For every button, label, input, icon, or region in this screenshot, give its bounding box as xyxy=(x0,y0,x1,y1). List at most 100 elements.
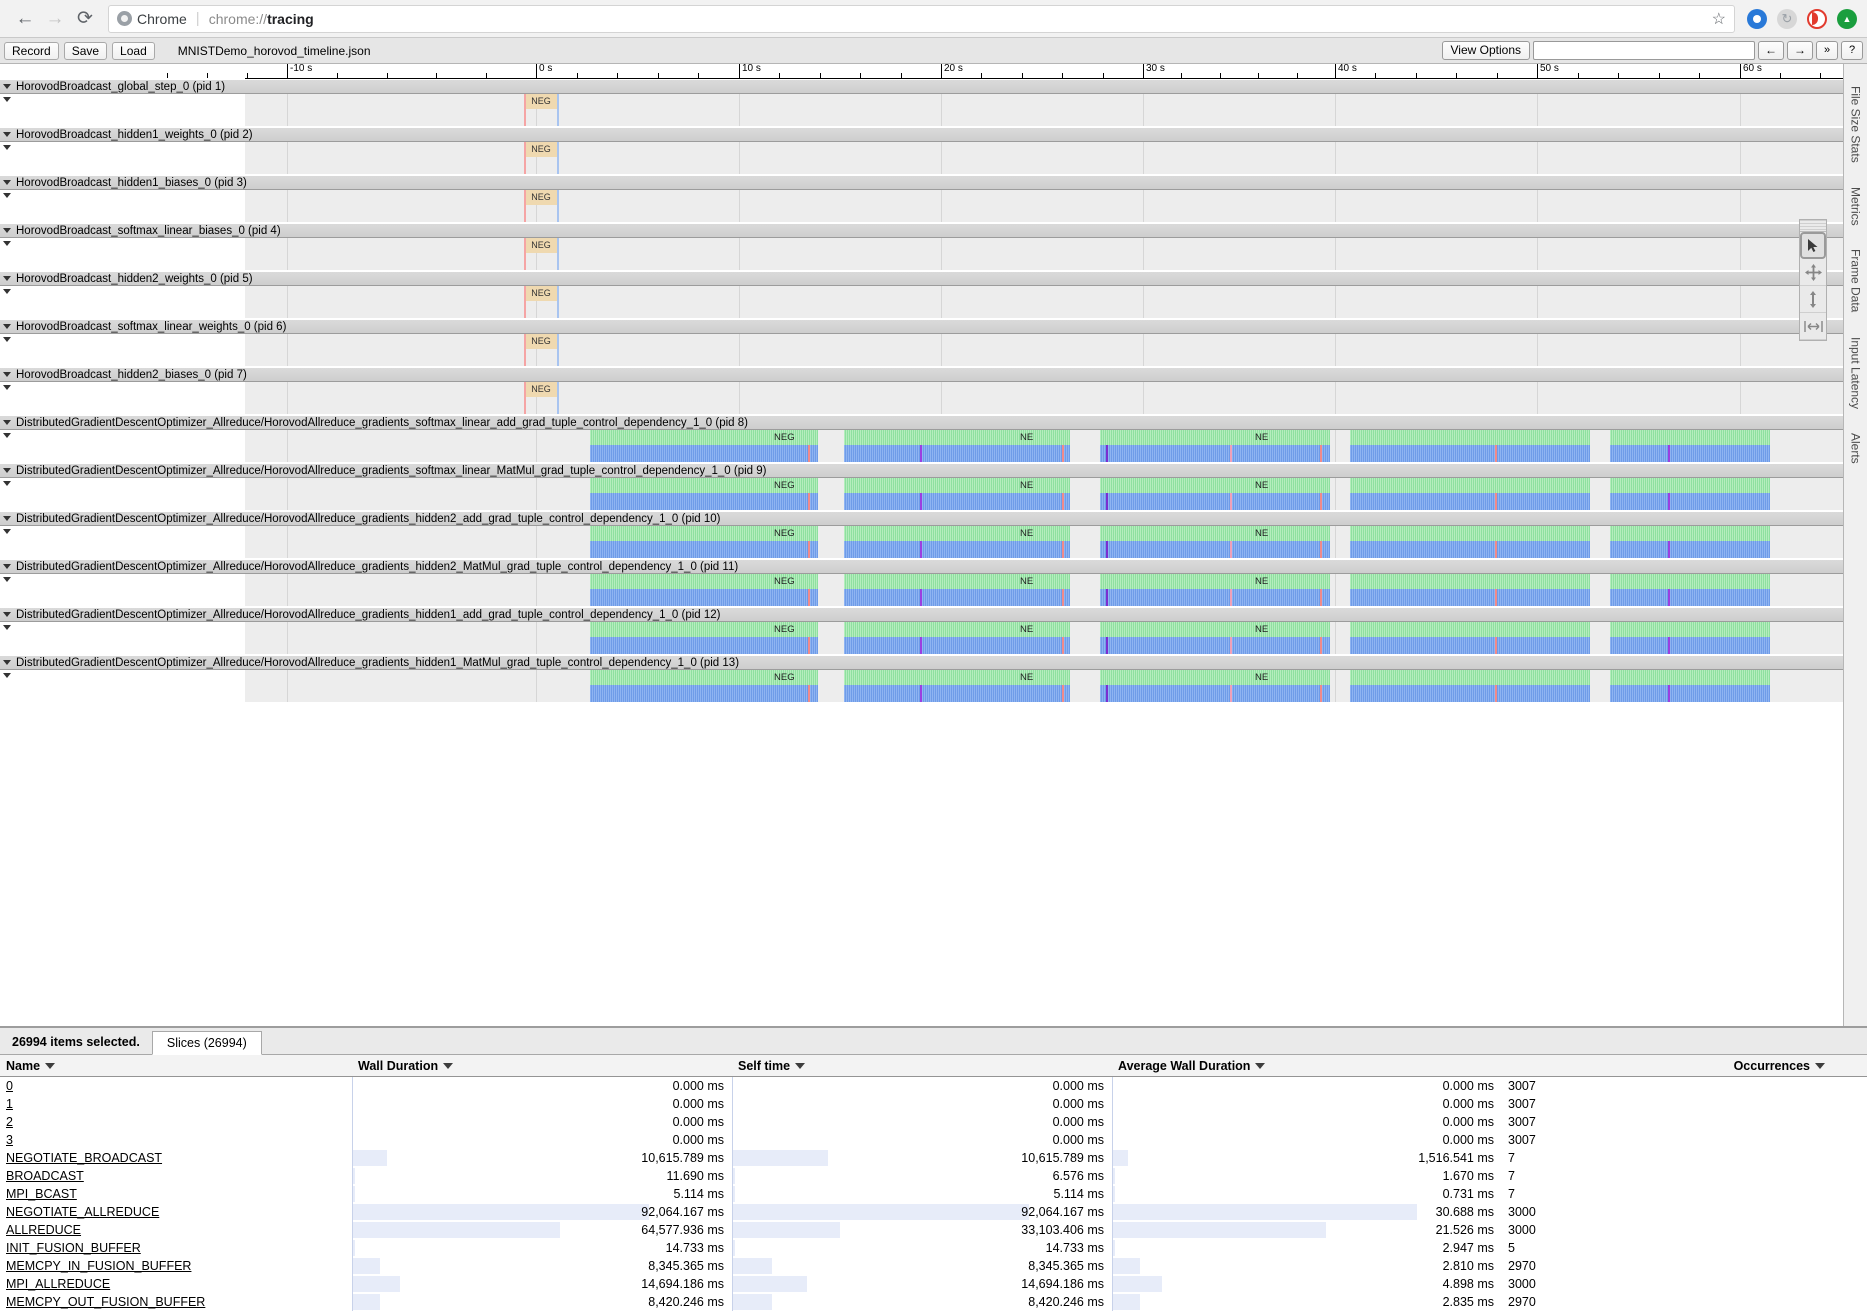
pan-icon[interactable] xyxy=(1800,259,1826,286)
slice-marker-pink[interactable] xyxy=(524,382,526,414)
chevron-down-icon[interactable] xyxy=(3,228,11,233)
trace-band-blue[interactable] xyxy=(1350,493,1590,511)
slice-marker-pink[interactable] xyxy=(524,286,526,318)
load-button[interactable]: Load xyxy=(112,42,155,60)
save-button[interactable]: Save xyxy=(64,42,107,60)
trace-band-blue[interactable] xyxy=(844,541,1070,559)
trace-spike[interactable] xyxy=(1668,493,1670,511)
trace-spike[interactable] xyxy=(1106,589,1108,607)
cell-name[interactable]: MPI_BCAST xyxy=(0,1185,352,1203)
trace-band-green[interactable] xyxy=(1100,430,1330,445)
neg-slice[interactable]: NEG xyxy=(524,142,558,157)
process-header[interactable]: HorovodBroadcast_hidden2_weights_0 (pid … xyxy=(0,271,1843,286)
record-button[interactable]: Record xyxy=(4,42,59,60)
trace-band-green[interactable] xyxy=(844,670,1070,685)
trace-band-blue[interactable] xyxy=(590,493,818,511)
neg-slice[interactable]: NEG xyxy=(524,94,558,109)
select-cursor-icon[interactable] xyxy=(1800,232,1826,259)
trace-band-blue[interactable] xyxy=(590,541,818,559)
row-name-link[interactable]: MPI_ALLREDUCE xyxy=(6,1277,110,1291)
sidebar-tab-alerts[interactable]: Alerts xyxy=(1845,421,1867,476)
drag-grip[interactable] xyxy=(1800,220,1826,232)
thread-track[interactable]: NEGNENE xyxy=(245,478,1843,511)
trace-band-blue[interactable] xyxy=(1610,541,1770,559)
thread-track[interactable]: NEG xyxy=(245,190,1843,223)
trace-spike[interactable] xyxy=(1106,445,1108,463)
trace-spike[interactable] xyxy=(808,493,810,511)
slice-marker-blue[interactable] xyxy=(557,190,559,222)
trace-spike[interactable] xyxy=(1668,685,1670,703)
cell-name[interactable]: NEGOTIATE_ALLREDUCE xyxy=(0,1203,352,1221)
trace-spike[interactable] xyxy=(1230,493,1232,511)
trace-spike[interactable] xyxy=(1320,493,1322,511)
trace-band-blue[interactable] xyxy=(1100,637,1330,655)
trace-spike[interactable] xyxy=(1668,589,1670,607)
slice-marker-pink[interactable] xyxy=(524,238,526,270)
thread-track[interactable]: NEG xyxy=(245,286,1843,319)
bookmark-star-icon[interactable]: ☆ xyxy=(1712,9,1726,29)
overflow-menu-button[interactable]: » xyxy=(1816,41,1838,60)
cell-name[interactable]: 1 xyxy=(0,1095,352,1113)
chevron-down-icon[interactable] xyxy=(3,372,11,377)
table-row[interactable]: MEMCPY_OUT_FUSION_BUFFER8,420.246 ms8,42… xyxy=(0,1293,1867,1311)
table-row[interactable]: MPI_BCAST5.114 ms5.114 ms0.731 ms7 xyxy=(0,1185,1867,1203)
trace-spike[interactable] xyxy=(1230,637,1232,655)
sort-caret-icon[interactable] xyxy=(1255,1063,1265,1069)
neg-slice[interactable]: NEG xyxy=(524,190,558,205)
column-header-wall-duration[interactable]: Wall Duration xyxy=(352,1059,732,1073)
trace-spike[interactable] xyxy=(1495,637,1497,655)
cell-name[interactable]: ALLREDUCE xyxy=(0,1221,352,1239)
search-prev-button[interactable]: ← xyxy=(1758,41,1784,60)
neg-slice[interactable]: NEG xyxy=(524,382,558,397)
process-header[interactable]: HorovodBroadcast_hidden2_biases_0 (pid 7… xyxy=(0,367,1843,382)
row-name-link[interactable]: INIT_FUSION_BUFFER xyxy=(6,1241,141,1255)
sidebar-tab-frame-data[interactable]: Frame Data xyxy=(1845,237,1867,324)
chevron-down-icon[interactable] xyxy=(3,132,11,137)
trace-spike[interactable] xyxy=(1106,493,1108,511)
process-header[interactable]: DistributedGradientDescentOptimizer_Allr… xyxy=(0,607,1843,622)
table-row[interactable]: ALLREDUCE64,577.936 ms33,103.406 ms21.52… xyxy=(0,1221,1867,1239)
forward-arrow-icon[interactable]: → xyxy=(40,4,70,34)
trace-band-green[interactable] xyxy=(1100,526,1330,541)
process-header[interactable]: HorovodBroadcast_hidden1_biases_0 (pid 3… xyxy=(0,175,1843,190)
chevron-down-icon[interactable] xyxy=(3,324,11,329)
trace-band-blue[interactable] xyxy=(844,493,1070,511)
cell-name[interactable]: MEMCPY_OUT_FUSION_BUFFER xyxy=(0,1293,352,1311)
process-header[interactable]: HorovodBroadcast_softmax_linear_biases_0… xyxy=(0,223,1843,238)
trace-band-green[interactable] xyxy=(1100,622,1330,637)
search-input[interactable] xyxy=(1533,41,1755,60)
trace-spike[interactable] xyxy=(1062,637,1064,655)
trace-spike[interactable] xyxy=(1106,541,1108,559)
trace-spike[interactable] xyxy=(808,685,810,703)
process-header[interactable]: HorovodBroadcast_global_step_0 (pid 1) xyxy=(0,79,1843,94)
trace-spike[interactable] xyxy=(920,685,922,703)
cell-name[interactable]: BROADCAST xyxy=(0,1167,352,1185)
row-name-link[interactable]: NEGOTIATE_ALLREDUCE xyxy=(6,1205,159,1219)
sidebar-tab-input-latency[interactable]: Input Latency xyxy=(1845,325,1867,421)
trace-spike[interactable] xyxy=(1320,589,1322,607)
row-name-link[interactable]: MEMCPY_IN_FUSION_BUFFER xyxy=(6,1259,191,1273)
thread-track[interactable]: NEGNENE xyxy=(245,526,1843,559)
row-name-link[interactable]: MPI_BCAST xyxy=(6,1187,77,1201)
row-name-link[interactable]: MEMCPY_OUT_FUSION_BUFFER xyxy=(6,1295,205,1309)
chevron-down-icon[interactable] xyxy=(3,660,11,665)
slice-marker-pink[interactable] xyxy=(524,334,526,366)
thread-track[interactable]: NEG xyxy=(245,382,1843,415)
thread-track[interactable]: NEG xyxy=(245,142,1843,175)
tab-slices[interactable]: Slices (26994) xyxy=(152,1031,262,1055)
trace-spike[interactable] xyxy=(1062,685,1064,703)
table-row[interactable]: 20.000 ms0.000 ms0.000 ms3007 xyxy=(0,1113,1867,1131)
trace-spike[interactable] xyxy=(1230,589,1232,607)
trace-band-green[interactable] xyxy=(844,622,1070,637)
trace-band-green[interactable] xyxy=(1610,478,1770,493)
view-options-button[interactable]: View Options xyxy=(1442,41,1530,60)
thread-track[interactable]: NEGNENE xyxy=(245,670,1843,703)
trace-spike[interactable] xyxy=(1668,445,1670,463)
trace-spike[interactable] xyxy=(1320,637,1322,655)
trace-spike[interactable] xyxy=(1668,637,1670,655)
neg-slice[interactable]: NEG xyxy=(524,286,558,301)
trace-band-blue[interactable] xyxy=(590,685,818,703)
trace-spike[interactable] xyxy=(1062,541,1064,559)
address-bar[interactable]: Chrome | chrome://tracing ☆ xyxy=(108,5,1735,33)
process-header[interactable]: HorovodBroadcast_softmax_linear_weights_… xyxy=(0,319,1843,334)
